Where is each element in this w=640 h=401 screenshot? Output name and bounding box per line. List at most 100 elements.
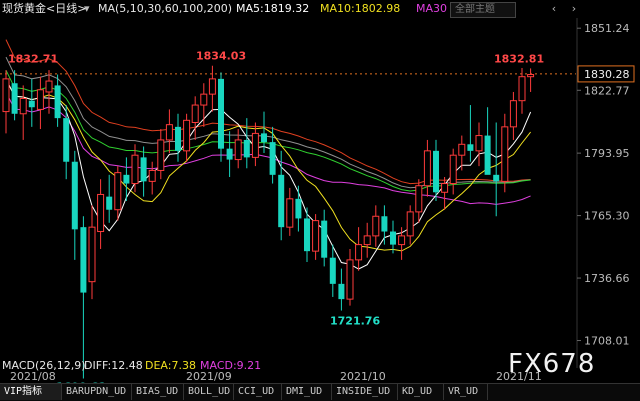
candle-body	[218, 78, 224, 149]
ma-params-label: MA(5,10,30,60,100,200)	[98, 2, 233, 15]
chart-header: 现货黄金<日线> ▾ MA(5,10,30,60,100,200) MA5:18…	[0, 0, 640, 18]
candle-body	[140, 157, 147, 182]
tab-kd-ud[interactable]: KD_UD	[398, 384, 444, 400]
date-tick-label: 2021/10	[340, 370, 386, 383]
low-mid-annotation: 1721.76	[330, 315, 380, 328]
candle-body	[200, 93, 208, 106]
candle-body	[269, 142, 276, 175]
candlestick-chart[interactable]: 1851.24 1822.77 1793.95 1765.30 1736.66 1708.…	[0, 18, 640, 383]
high-right-annotation: 1832.81	[494, 52, 544, 65]
price-tick-label: 1708.01	[584, 335, 630, 348]
chevron-left-icon[interactable]: ‹	[546, 2, 562, 16]
candle-body	[19, 98, 27, 115]
candle-body	[261, 133, 267, 143]
chevron-right-icon[interactable]: ›	[566, 2, 582, 16]
candle-body	[390, 231, 396, 245]
candle-body	[449, 154, 457, 185]
candle-body	[88, 226, 96, 283]
candle-body	[114, 172, 122, 211]
price-tick-label: 1793.95	[584, 147, 630, 160]
candle-body	[363, 235, 371, 246]
candle-body	[278, 174, 285, 228]
candle-body	[11, 83, 18, 114]
ma30-value: MA30	[416, 2, 448, 15]
candle-body	[2, 78, 10, 113]
candle-body	[295, 198, 302, 219]
tab-barupdn-ud[interactable]: BARUPDN_UD	[62, 384, 132, 400]
candle-body	[243, 139, 250, 158]
candle-body	[406, 211, 414, 237]
candle-body	[157, 139, 165, 171]
candle-body	[475, 135, 483, 152]
candle-body	[45, 80, 53, 93]
tab-dmi-ud[interactable]: DMI_UD	[282, 384, 332, 400]
candle-body	[304, 218, 310, 252]
price-tick-label: 1822.77	[584, 84, 630, 97]
candle-body	[148, 169, 156, 182]
current-price-label: 1830.28	[584, 68, 630, 81]
price-tick-label: 1736.66	[584, 272, 630, 285]
candle-body	[415, 185, 423, 213]
tab-vip[interactable]: VIP指标	[0, 384, 62, 400]
candle-body	[338, 283, 345, 300]
ma10-value: MA10:1802.98	[320, 2, 401, 15]
candle-body	[441, 183, 449, 193]
candle-body	[458, 143, 466, 156]
candle-body	[433, 150, 439, 193]
macd-value: MACD:9.21	[200, 359, 261, 372]
candle-body	[71, 161, 78, 230]
candle-body	[251, 132, 259, 158]
candle-body	[28, 100, 35, 108]
price-tick-label: 1851.24	[584, 22, 630, 35]
candle-body	[484, 135, 491, 175]
candle-body	[286, 198, 294, 228]
candle-body	[106, 196, 113, 210]
price-tick-label: 1765.30	[584, 210, 630, 223]
candle-body	[355, 244, 363, 261]
tab-inside-ud[interactable]: INSIDE_UD	[332, 384, 398, 400]
ma5-value: MA5:1819.32	[236, 2, 310, 15]
macd-dea: DEA:7.38	[145, 359, 196, 372]
candle-body	[501, 126, 509, 182]
candle-body	[312, 220, 320, 252]
candle-body	[346, 259, 354, 300]
tab-vr-ud[interactable]: VR_UD	[444, 384, 488, 400]
candle-body	[234, 139, 242, 161]
candle-body	[372, 215, 380, 237]
candle-body	[423, 150, 431, 187]
candle-body	[329, 257, 336, 284]
candle-body	[467, 144, 474, 151]
candle-body	[398, 235, 406, 246]
candle-body	[321, 220, 328, 258]
candle-body	[97, 193, 105, 233]
macd-diff: DIFF:12.48	[84, 359, 143, 372]
candle-body	[226, 148, 233, 160]
candle-body	[54, 85, 61, 119]
instrument-title[interactable]: 现货黄金<日线>	[2, 0, 86, 18]
candle-body	[36, 89, 44, 110]
candle-body	[509, 100, 517, 128]
candle-body	[175, 126, 181, 151]
chevron-left-icon[interactable]: ▾	[84, 0, 90, 18]
tab-bias-ud[interactable]: BIAS_UD	[132, 384, 184, 400]
tab-boll-ud[interactable]: BOLL_UD	[184, 384, 234, 400]
candle-body	[527, 74, 535, 78]
candle-body	[165, 124, 173, 141]
candle-body	[183, 119, 191, 152]
high-mid-annotation: 1834.03	[196, 50, 246, 63]
candle-body	[63, 118, 70, 162]
high-left-annotation: 1832.71	[8, 53, 58, 66]
candle-body	[381, 216, 388, 232]
candle-body	[131, 154, 139, 185]
candle-body	[80, 227, 87, 293]
tab-cci-ud[interactable]: CCI_UD	[234, 384, 282, 400]
candle-body	[123, 174, 130, 184]
candle-body	[493, 174, 500, 182]
theme-select[interactable]: 全部主题	[450, 2, 516, 18]
candle-body	[191, 104, 199, 123]
candle-body	[208, 78, 216, 95]
indicator-tabs: VIP指标 BARUPDN_UD BIAS_UD BOLL_UD CCI_UD DMI_U…	[0, 383, 640, 401]
watermark: FX678	[508, 349, 596, 379]
macd-title: MACD(26,12,9)	[2, 359, 86, 372]
candle-body	[518, 76, 526, 102]
